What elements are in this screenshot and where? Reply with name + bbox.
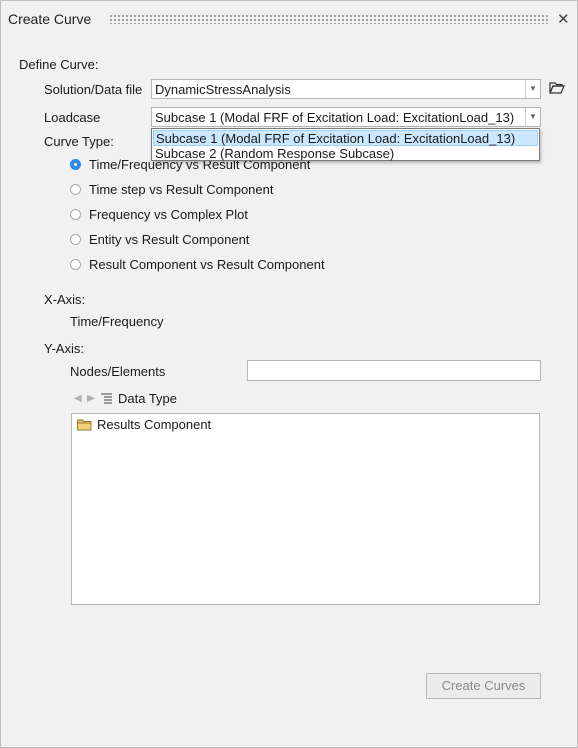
loadcase-option[interactable]: Subcase 1 (Modal FRF of Excitation Load:… xyxy=(153,130,538,146)
radio-frequency-complex[interactable] xyxy=(70,209,81,220)
close-icon[interactable]: ✕ xyxy=(557,10,570,28)
radio-label: Entity vs Result Component xyxy=(89,232,250,247)
chevron-down-icon[interactable]: ▼ xyxy=(525,80,540,98)
loadcase-label: Loadcase xyxy=(44,110,101,125)
radio-result-vs-result[interactable] xyxy=(70,259,81,270)
create-curves-button[interactable]: Create Curves xyxy=(426,673,541,699)
radio-label: Frequency vs Complex Plot xyxy=(89,207,248,222)
radio-time-frequency[interactable] xyxy=(70,159,81,170)
back-arrow-icon[interactable]: ◀ xyxy=(74,393,82,404)
x-axis-label: X-Axis: xyxy=(44,292,86,307)
folder-icon xyxy=(77,419,92,434)
data-type-tree[interactable]: Results Component xyxy=(71,413,540,605)
radio-time-step[interactable] xyxy=(70,184,81,195)
radio-entity[interactable] xyxy=(70,234,81,245)
curve-type-label: Curve Type: xyxy=(44,134,114,149)
solution-label: Solution/Data file xyxy=(44,82,143,97)
list-indent-icon[interactable] xyxy=(101,392,113,407)
loadcase-value: Subcase 1 (Modal FRF of Excitation Load:… xyxy=(155,110,515,125)
window-title: Create Curve xyxy=(8,11,92,27)
data-type-label: Data Type xyxy=(118,391,178,406)
define-curve-label: Define Curve: xyxy=(19,57,99,72)
loadcase-option[interactable]: Subcase 2 (Random Response Subcase) xyxy=(153,146,538,162)
nodes-elements-label: Nodes/Elements xyxy=(70,364,166,379)
tree-item-results-component[interactable]: Results Component xyxy=(97,417,211,432)
loadcase-dropdown-list: Subcase 1 (Modal FRF of Excitation Load:… xyxy=(151,128,540,161)
forward-arrow-icon[interactable]: ▶ xyxy=(87,393,95,404)
loadcase-combo[interactable]: Subcase 1 (Modal FRF of Excitation Load:… xyxy=(151,107,541,127)
radio-label: Time step vs Result Component xyxy=(89,182,274,197)
x-axis-value: Time/Frequency xyxy=(70,314,164,329)
drag-grip[interactable] xyxy=(109,14,549,24)
create-curve-dialog: Create Curve ✕ Define Curve: Solution/Da… xyxy=(0,0,578,748)
solution-value: DynamicStressAnalysis xyxy=(155,82,291,97)
y-axis-label: Y-Axis: xyxy=(44,341,84,356)
open-folder-icon[interactable] xyxy=(549,81,565,98)
chevron-down-icon[interactable]: ▼ xyxy=(525,108,540,126)
solution-combo[interactable]: DynamicStressAnalysis ▼ xyxy=(151,79,541,99)
nodes-elements-input[interactable] xyxy=(247,360,541,381)
radio-label: Result Component vs Result Component xyxy=(89,257,325,272)
